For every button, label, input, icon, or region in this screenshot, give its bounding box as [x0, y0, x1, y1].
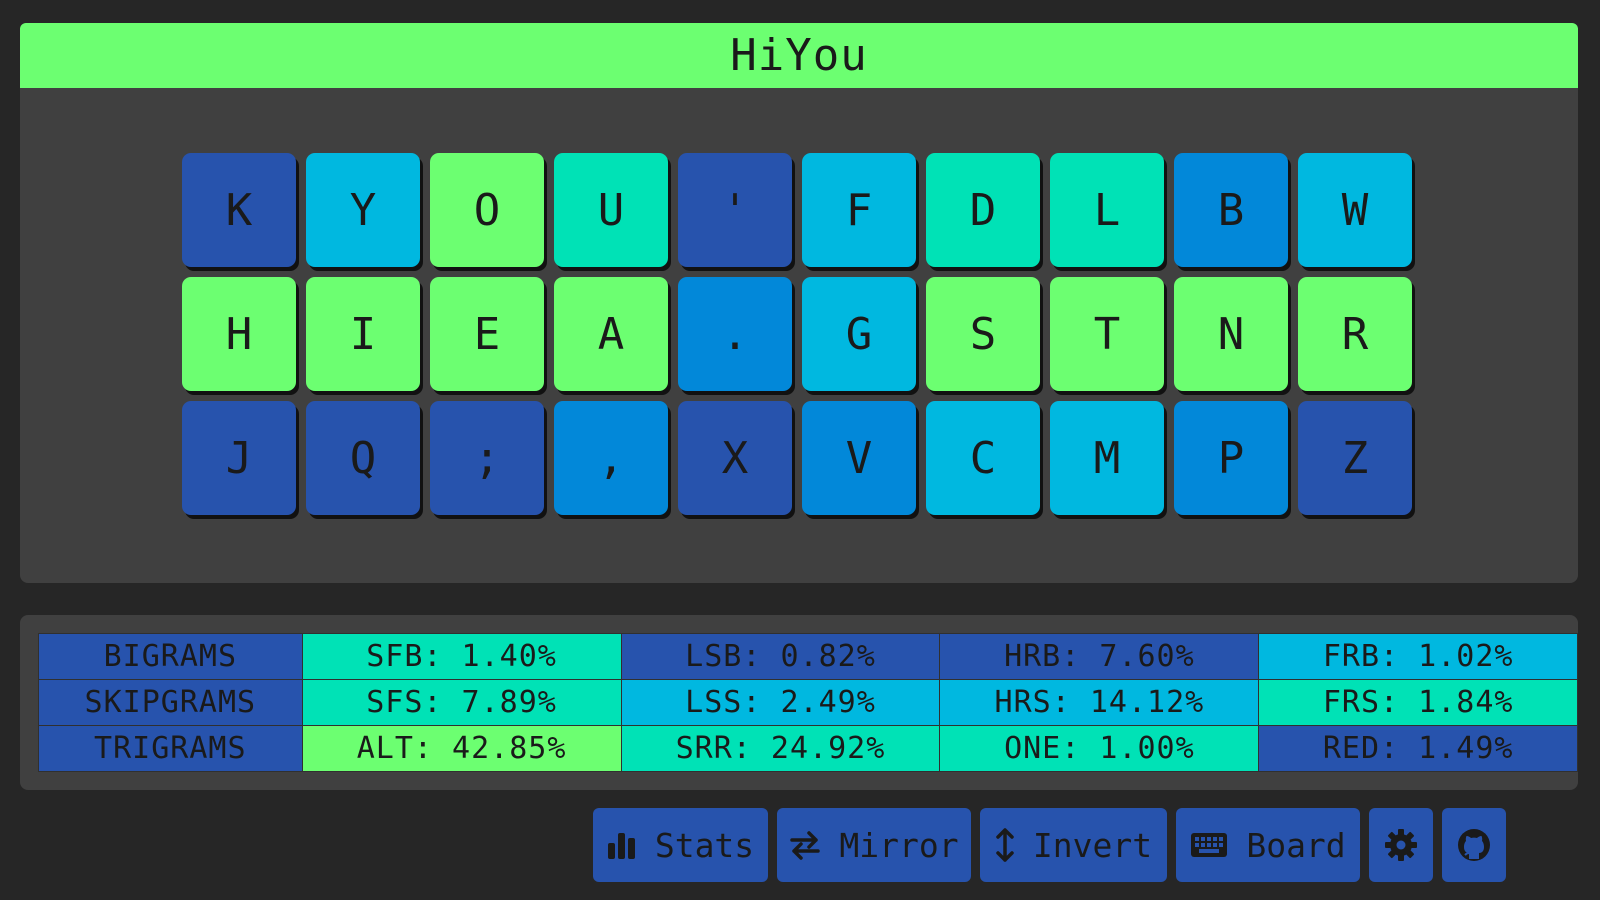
- key[interactable]: E: [430, 277, 544, 391]
- key[interactable]: K: [182, 153, 296, 267]
- key[interactable]: B: [1174, 153, 1288, 267]
- stats-table: BIGRAMS SFB: 1.40% LSB: 0.82% HRB: 7.60% FRB…: [38, 633, 1578, 772]
- settings-button[interactable]: [1369, 808, 1433, 882]
- key[interactable]: ': [678, 153, 792, 267]
- stats-button[interactable]: Stats: [593, 808, 768, 882]
- stats-row-label: BIGRAMS: [38, 633, 303, 680]
- stats-button-label: Stats: [654, 825, 755, 865]
- key[interactable]: G: [802, 277, 916, 391]
- key[interactable]: U: [554, 153, 668, 267]
- key[interactable]: X: [678, 401, 792, 515]
- key[interactable]: J: [182, 401, 296, 515]
- github-button[interactable]: [1442, 808, 1506, 882]
- key[interactable]: F: [802, 153, 916, 267]
- layout-title: HiYou: [20, 23, 1578, 88]
- stats-cell: ALT: 42.85%: [301, 725, 622, 772]
- stats-cell: SFB: 1.40%: [301, 633, 622, 680]
- stats-cell: RED: 1.49%: [1258, 725, 1578, 772]
- mirror-button-label: Mirror: [839, 825, 959, 865]
- key[interactable]: Y: [306, 153, 420, 267]
- key[interactable]: P: [1174, 401, 1288, 515]
- key[interactable]: R: [1298, 277, 1412, 391]
- stats-panel: BIGRAMS SFB: 1.40% LSB: 0.82% HRB: 7.60% FRB…: [20, 615, 1578, 790]
- keyboard-grid: K Y O U ' F D L B W H I E A. G S T N R J Q;, X V C M P Z: [182, 153, 1412, 515]
- toolbar: Stats Mirror Invert Board: [593, 808, 1506, 882]
- key[interactable]: W: [1298, 153, 1412, 267]
- stats-cell: LSS: 2.49%: [620, 679, 941, 726]
- key[interactable]: H: [182, 277, 296, 391]
- app-root: HiYou K Y O U ' F D L B W H I E A. G S T N R J Q;, X V C M P Z BIG…: [0, 0, 1600, 900]
- vertical-arrows-icon: [995, 827, 1015, 863]
- key[interactable]: ;: [430, 401, 544, 515]
- stats-row: BIGRAMS SFB: 1.40% LSB: 0.82% HRB: 7.60% FRB…: [38, 633, 1578, 680]
- bar-chart-icon: [607, 830, 637, 860]
- key[interactable]: .: [678, 277, 792, 391]
- stats-cell: LSB: 0.82%: [620, 633, 941, 680]
- stats-cell: SFS: 7.89%: [301, 679, 622, 726]
- stats-row: SKIPGRAMS SFS: 7.89% LSS: 2.49% HRS: 14.12%…: [38, 679, 1578, 726]
- keyboard-panel: K Y O U ' F D L B W H I E A. G S T N R J Q;, X V C M P Z: [20, 88, 1578, 583]
- stats-cell: SRR: 24.92%: [620, 725, 941, 772]
- key[interactable]: A: [554, 277, 668, 391]
- key[interactable]: T: [1050, 277, 1164, 391]
- key[interactable]: V: [802, 401, 916, 515]
- key[interactable]: L: [1050, 153, 1164, 267]
- key[interactable]: M: [1050, 401, 1164, 515]
- stats-cell: HRB: 7.60%: [939, 633, 1260, 680]
- github-icon: [1457, 828, 1491, 862]
- key[interactable]: I: [306, 277, 420, 391]
- stats-cell: ONE: 1.00%: [939, 725, 1260, 772]
- stats-row-label: SKIPGRAMS: [38, 679, 303, 726]
- key[interactable]: Z: [1298, 401, 1412, 515]
- board-button-label: Board: [1246, 825, 1346, 865]
- stats-cell: HRS: 14.12%: [939, 679, 1260, 726]
- stats-row-label: TRIGRAMS: [38, 725, 303, 772]
- key[interactable]: ,: [554, 401, 668, 515]
- invert-button[interactable]: Invert: [980, 808, 1167, 882]
- key[interactable]: O: [430, 153, 544, 267]
- invert-button-label: Invert: [1032, 825, 1153, 865]
- key[interactable]: Q: [306, 401, 420, 515]
- keyboard-icon: [1190, 832, 1228, 858]
- key[interactable]: D: [926, 153, 1040, 267]
- stats-row: TRIGRAMS ALT: 42.85% SRR: 24.92% ONE: 1.00%…: [38, 725, 1578, 772]
- stats-cell: FRS: 1.84%: [1258, 679, 1578, 726]
- swap-arrows-icon: [789, 830, 821, 860]
- mirror-button[interactable]: Mirror: [777, 808, 971, 882]
- key[interactable]: C: [926, 401, 1040, 515]
- key[interactable]: N: [1174, 277, 1288, 391]
- stats-cell: FRB: 1.02%: [1258, 633, 1578, 680]
- board-button[interactable]: Board: [1176, 808, 1360, 882]
- key[interactable]: S: [926, 277, 1040, 391]
- gear-icon: [1384, 828, 1418, 862]
